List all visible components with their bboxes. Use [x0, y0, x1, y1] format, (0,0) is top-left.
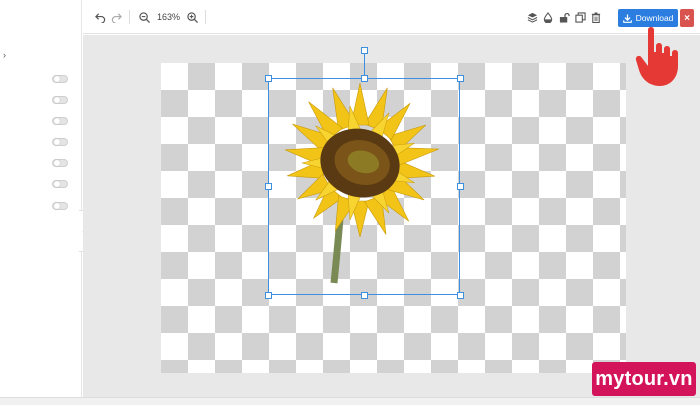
undo-icon[interactable]	[93, 10, 107, 24]
resize-handle-top[interactable]	[361, 75, 368, 82]
opacity-drop-icon[interactable]	[541, 10, 555, 24]
redo-icon[interactable]	[109, 10, 123, 24]
resize-handle-top-left[interactable]	[265, 75, 272, 82]
selection-box[interactable]	[268, 78, 460, 295]
zoom-in-icon[interactable]	[185, 10, 199, 24]
layer-toggle-7[interactable]	[52, 202, 68, 210]
layers-icon[interactable]	[525, 10, 539, 24]
hand-pointer-icon	[635, 27, 678, 86]
toolbar-divider	[205, 10, 206, 24]
resize-handle-left[interactable]	[265, 183, 272, 190]
layer-toggle-5[interactable]	[52, 159, 68, 167]
zoom-level: 163%	[157, 12, 181, 22]
layer-toggle-4[interactable]	[52, 138, 68, 146]
resize-handle-right[interactable]	[457, 183, 464, 190]
top-toolbar: 163%	[83, 0, 700, 34]
resize-handle-bottom[interactable]	[361, 292, 368, 299]
resize-handle-top-right[interactable]	[457, 75, 464, 82]
zoom-out-icon[interactable]	[137, 10, 151, 24]
expand-panel-icon[interactable]: ›	[3, 50, 6, 60]
download-button[interactable]: Download	[618, 9, 678, 27]
download-label: Download	[635, 13, 674, 23]
download-icon	[622, 13, 632, 23]
layer-toggle-6[interactable]	[52, 180, 68, 188]
resize-handle-bottom-left[interactable]	[265, 292, 272, 299]
layer-toggle-3[interactable]	[52, 117, 68, 125]
trash-icon[interactable]	[589, 10, 603, 24]
left-panel: ›	[0, 0, 82, 397]
resize-handle-bottom-right[interactable]	[457, 292, 464, 299]
layer-toggle-1[interactable]	[52, 75, 68, 83]
horizontal-scrollbar[interactable]	[0, 397, 700, 405]
mytour-watermark: mytour.vn	[592, 362, 696, 396]
close-button[interactable]: ×	[680, 9, 694, 27]
unlock-icon[interactable]	[557, 10, 571, 24]
toolbar-divider	[129, 10, 130, 24]
rotate-handle[interactable]	[361, 47, 368, 54]
layer-toggle-2[interactable]	[52, 96, 68, 104]
duplicate-icon[interactable]	[573, 10, 587, 24]
